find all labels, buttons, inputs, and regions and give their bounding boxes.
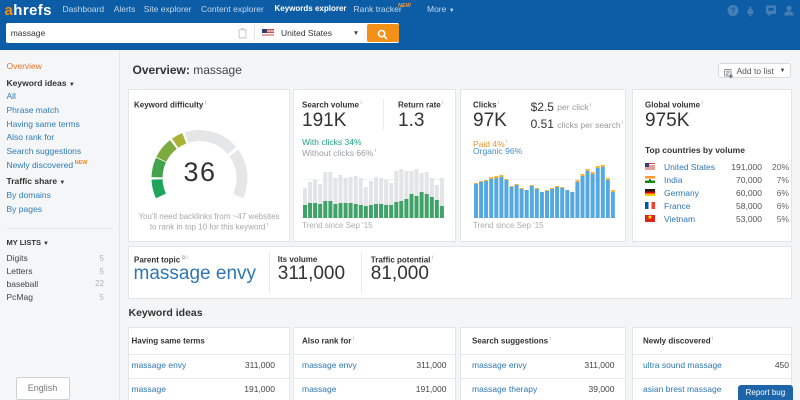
svg-text:?: ?	[731, 7, 736, 16]
